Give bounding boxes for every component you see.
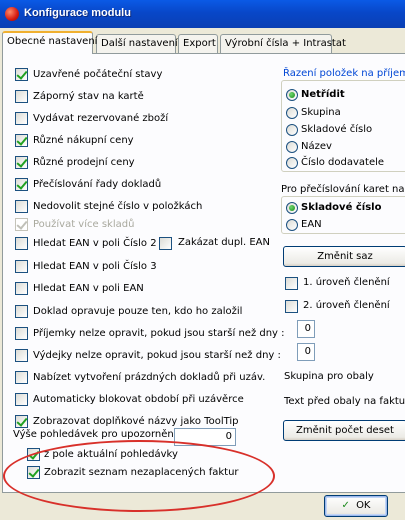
option-label-9: Hledat EAN v poli Číslo 3: [33, 261, 157, 272]
option-checkbox-10[interactable]: [15, 282, 28, 295]
tab-other[interactable]: Další nastavení: [96, 34, 178, 53]
renumber-label-1: EAN: [301, 219, 322, 230]
option-label-8: Hledat EAN v poli Číslo 2: [33, 238, 157, 249]
option-label-4: Různé prodejní ceny: [33, 157, 135, 168]
checkbox-level-1[interactable]: [285, 277, 298, 290]
current-receivables-label: z pole aktuální pohledávky: [44, 449, 178, 460]
option-checkbox-8[interactable]: [15, 237, 28, 250]
option-checkbox-9[interactable]: [15, 260, 28, 273]
receivables-input[interactable]: 0: [174, 428, 236, 446]
option-checkbox-3[interactable]: [15, 134, 28, 147]
app-icon: [5, 7, 19, 21]
receipt-days-input[interactable]: 0: [297, 320, 315, 338]
unpaid-invoices-label: Zobrazit seznam nezaplacených faktur: [44, 467, 239, 478]
forbid-duplicate-ean-label: Zakázat dupl. EAN: [178, 237, 271, 248]
option-label-16: Zobrazovat doplňkové názvy jako ToolTip: [33, 416, 239, 427]
receivables-label: Výše pohledávek pro upozornění: [13, 429, 177, 440]
sort-label-0: Netřídit: [301, 89, 345, 100]
option-checkbox-1[interactable]: [15, 90, 28, 103]
packaging-group-label: Skupina pro obaly: [284, 371, 374, 382]
option-checkbox-12[interactable]: [15, 327, 28, 340]
option-checkbox-11[interactable]: [15, 305, 28, 318]
sort-label-3: Název: [301, 141, 332, 152]
sort-label-2: Skladové číslo: [301, 124, 373, 135]
option-checkbox-2[interactable]: [15, 112, 28, 125]
option-checkbox-4[interactable]: [15, 156, 28, 169]
sort-label-1: Skupina: [301, 107, 341, 118]
option-checkbox-14[interactable]: [15, 371, 28, 384]
option-checkbox-16[interactable]: [15, 415, 28, 428]
tab-serial-intrastat[interactable]: Výrobní čísla + Intrastat: [220, 34, 346, 53]
ok-label: OK: [356, 500, 371, 511]
option-label-11: Doklad opravuje pouze ten, kdo ho založi…: [33, 306, 243, 317]
renumber-radio-1[interactable]: [286, 219, 298, 231]
renumber-group-title: Pro přečíslování karet nabíz: [281, 184, 405, 195]
option-checkbox-13[interactable]: [15, 349, 28, 362]
sort-radio-2[interactable]: [286, 124, 298, 136]
option-label-7: Používat více skladů: [33, 219, 135, 230]
option-checkbox-5[interactable]: [15, 178, 28, 191]
checkbox-level-2[interactable]: [285, 300, 298, 313]
option-label-3: Různé nákupní ceny: [33, 135, 134, 146]
ok-button[interactable]: ✓ OK: [324, 495, 388, 517]
sort-group-title: Řazení položek na příjemce: [283, 68, 405, 79]
level-2-label: 2. úroveň členění: [303, 300, 390, 311]
tab-export[interactable]: Export: [178, 34, 218, 53]
renumber-label-0: Skladové číslo: [301, 202, 382, 213]
option-label-12: Příjemky nelze opravit, pokud jsou starš…: [33, 328, 285, 339]
option-checkbox-15[interactable]: [15, 393, 28, 406]
checkbox-current-receivables[interactable]: [27, 448, 40, 461]
option-label-10: Hledat EAN v poli EAN: [33, 283, 144, 294]
issue-days-input[interactable]: 0: [297, 343, 315, 361]
change-rate-button[interactable]: Změnit saz: [283, 246, 405, 267]
sort-radio-4[interactable]: [286, 157, 298, 169]
packaging-text-label: Text před obaly na faktuře: [284, 396, 405, 407]
checkbox-unpaid-invoices[interactable]: [27, 466, 40, 479]
ok-check-icon: ✓: [341, 500, 350, 511]
option-label-13: Výdejky nelze opravit, pokud jsou starší…: [33, 350, 281, 361]
config-window: Konfigurace modulu Obecné nastavení Dalš…: [0, 0, 405, 520]
sort-radio-0[interactable]: [286, 89, 298, 101]
renumber-radio-0[interactable]: [286, 202, 298, 214]
option-checkbox-6[interactable]: [15, 200, 28, 213]
option-label-14: Nabízet vytvoření prázdných dokladů při …: [33, 372, 266, 383]
option-checkbox-7: [15, 218, 28, 231]
sort-label-4: Číslo dodavatele: [301, 157, 385, 168]
option-label-6: Nedovolit stejné číslo v položkách: [33, 201, 203, 212]
option-checkbox-0[interactable]: [15, 68, 28, 81]
change-decimals-button[interactable]: Změnit počet deset: [283, 420, 405, 441]
checkbox-forbid-duplicate-ean[interactable]: [159, 237, 172, 250]
option-label-0: Uzavřené počáteční stavy: [33, 69, 163, 80]
option-label-5: Přečíslování řady dokladů: [33, 179, 162, 190]
title-bar[interactable]: Konfigurace modulu: [0, 0, 405, 28]
level-1-label: 1. úroveň členění: [303, 277, 390, 288]
option-label-2: Vydávat rezervované zboží: [33, 113, 169, 124]
option-label-1: Záporný stav na kartě: [33, 91, 144, 102]
sort-radio-1[interactable]: [286, 107, 298, 119]
sort-radio-3[interactable]: [286, 141, 298, 153]
tab-general[interactable]: Obecné nastavení: [2, 31, 97, 54]
window-title: Konfigurace modulu: [24, 7, 131, 19]
option-label-15: Automaticky blokovat období při uzávěrce: [33, 394, 244, 405]
